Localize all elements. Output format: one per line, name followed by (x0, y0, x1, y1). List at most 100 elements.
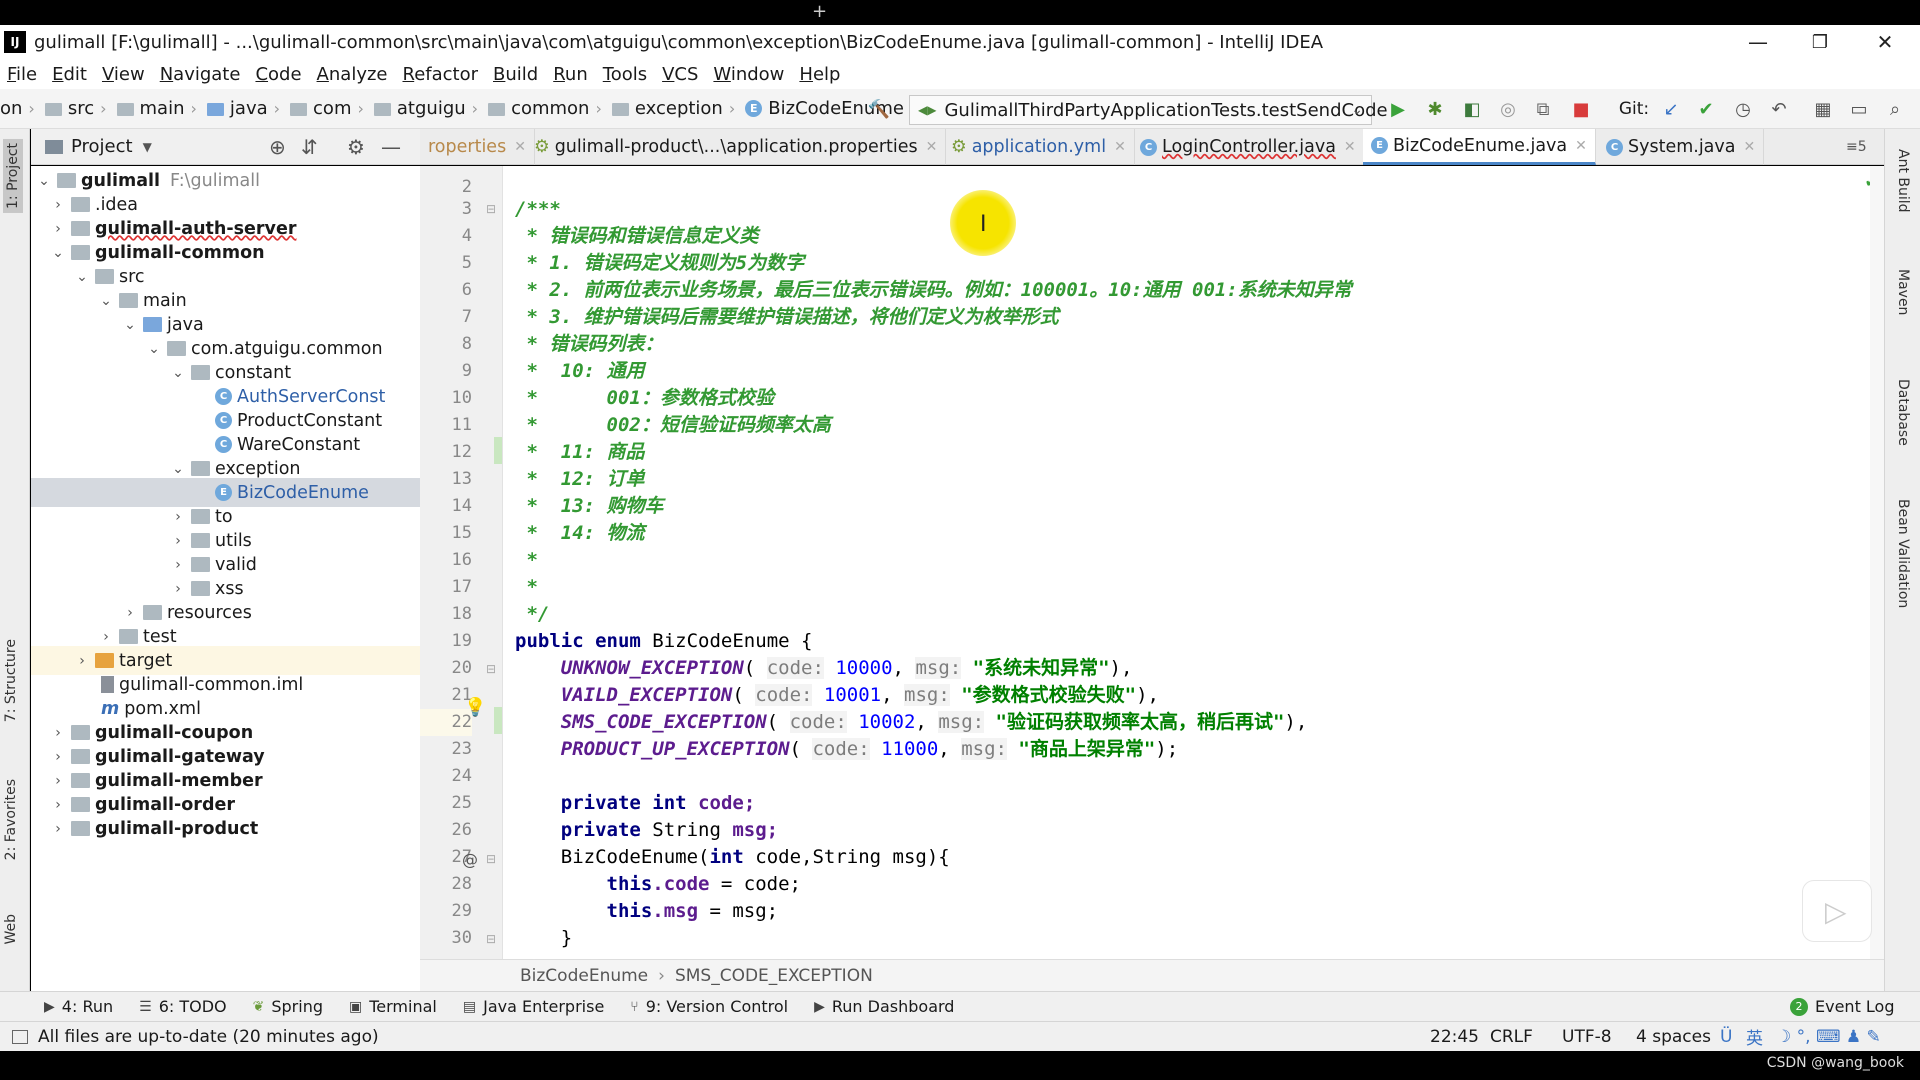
bottom-black-bar: CSDN @wang_book (0, 1051, 1920, 1080)
history-icon[interactable]: ◷ (1732, 98, 1754, 120)
nav-crumb-com[interactable]: com › (290, 98, 368, 119)
tab-bizcodeenume[interactable]: E BizCodeEnume.java ✕ (1363, 129, 1596, 165)
menu-build[interactable]: Build (493, 64, 538, 85)
menu-navigate[interactable]: Navigate (160, 64, 241, 85)
fold-icon[interactable]: ⊟ (486, 662, 496, 676)
tool-tab-project[interactable]: 1: Project (3, 139, 23, 213)
project-view-select[interactable]: Project (71, 136, 133, 157)
caret-position[interactable]: 22:45 (1430, 1027, 1479, 1047)
tool-window-todo[interactable]: ☰ 6: TODO (139, 997, 227, 1016)
event-log-button[interactable]: 2 Event Log (1790, 997, 1895, 1016)
build-hammer-icon[interactable]: 🔨 (868, 98, 890, 120)
coverage-icon[interactable]: ◧ (1461, 98, 1483, 120)
close-button[interactable]: ✕ (1855, 25, 1915, 59)
text-cursor-icon: I (980, 212, 987, 237)
breadcrumb-constant[interactable]: SMS_CODE_EXCEPTION (675, 966, 873, 986)
gear-icon[interactable]: ⚙ (347, 135, 365, 159)
file-encoding[interactable]: UTF-8 (1562, 1027, 1612, 1047)
menu-edit[interactable]: Edit (52, 64, 87, 85)
project-structure-icon[interactable]: ▦ (1812, 98, 1834, 120)
nav-crumb-common[interactable]: common › (488, 98, 606, 119)
fold-icon[interactable]: ⊟ (486, 932, 496, 946)
fold-icon[interactable]: ⊟ (486, 202, 496, 216)
tree-label: resources (167, 602, 252, 623)
breadcrumb-enum[interactable]: BizCodeEnume (520, 966, 648, 986)
tool-window-run-dashboard[interactable]: ▶ Run Dashboard (814, 997, 954, 1016)
chevron-right-icon: › (175, 580, 181, 597)
profile-icon[interactable]: ◎ (1497, 98, 1519, 120)
attach-icon[interactable]: ⧉ (1532, 98, 1554, 120)
close-icon[interactable]: ✕ (514, 139, 526, 155)
tool-tab-ant-build[interactable]: Ant Build (1895, 149, 1911, 213)
line-separator[interactable]: CRLF (1490, 1027, 1533, 1047)
menu-help[interactable]: Help (799, 64, 840, 85)
tool-window-java-enterprise[interactable]: ▤ Java Enterprise (463, 997, 604, 1016)
tree-item-product[interactable]: › gulimall-product (31, 814, 420, 843)
close-icon[interactable]: ✕ (1344, 139, 1356, 155)
menu-refactor[interactable]: Refactor (403, 64, 479, 85)
tool-tab-structure[interactable]: 7: Structure (3, 639, 19, 722)
tab-properties[interactable]: roperties ✕ (420, 129, 535, 165)
editor-scrollbar[interactable] (1870, 166, 1884, 959)
ime-language[interactable]: 英 (1746, 1024, 1763, 1049)
video-play-overlay[interactable]: ▷ (1802, 880, 1872, 942)
close-icon[interactable]: ✕ (926, 139, 938, 155)
restore-button[interactable]: ❐ (1790, 25, 1850, 59)
nav-crumb-main[interactable]: main › (116, 98, 201, 119)
tree-label: constant (215, 362, 292, 383)
tool-tab-web[interactable]: Web (3, 914, 19, 945)
nav-crumb-src[interactable]: src › (44, 98, 111, 119)
tool-window-terminal[interactable]: ▣ Terminal (349, 997, 437, 1016)
close-icon[interactable]: ✕ (1744, 139, 1756, 155)
nav-crumb-java[interactable]: java › (206, 98, 284, 119)
panel-toggle-icon[interactable] (12, 1029, 28, 1044)
close-icon[interactable]: ✕ (1114, 139, 1126, 155)
menu-window[interactable]: Window (713, 64, 784, 85)
tool-window-version-control[interactable]: ⑂ 9: Version Control (630, 997, 788, 1016)
collapse-all-icon[interactable]: ⇵ (301, 135, 318, 159)
minimize-button[interactable]: — (1728, 25, 1788, 59)
menu-tools[interactable]: Tools (603, 64, 647, 85)
run-icon[interactable]: ▶ (1387, 98, 1409, 120)
layout-icon[interactable]: ▭ (1848, 98, 1870, 120)
debug-icon[interactable]: ✱ (1424, 98, 1446, 120)
tool-window-run[interactable]: ▶ 4: Run (44, 997, 113, 1016)
locate-icon[interactable]: ⊕ (269, 135, 286, 159)
code-line-enum-decl: public enum BizCodeEnume { (515, 628, 812, 655)
nav-crumb-label: exception (634, 98, 723, 119)
git-commit-icon[interactable]: ✔ (1695, 98, 1717, 120)
tab-logincontroller[interactable]: C LoginController.java ✕ (1132, 129, 1365, 165)
code-editor[interactable]: /*** * 错误码和错误信息定义类 * 1. 错误码定义规则为5为数字 * 2… (503, 166, 1884, 959)
tab-application-properties[interactable]: ⚙ gulimall-product\...\application.proper… (526, 129, 947, 165)
tab-application-yml[interactable]: ⚙ application.yml ✕ (943, 129, 1135, 165)
git-update-icon[interactable]: ↙ (1660, 98, 1682, 120)
lightbulb-icon[interactable]: 💡 (464, 697, 486, 718)
menu-run[interactable]: Run (553, 64, 588, 85)
rollback-icon[interactable]: ↶ (1768, 98, 1790, 120)
menu-code[interactable]: Code (255, 64, 301, 85)
menu-analyze[interactable]: Analyze (317, 64, 388, 85)
run-configuration-select[interactable]: ◀▶ GulimallThirdPartyApplicationTests.te… (909, 95, 1388, 125)
tool-tab-database[interactable]: Database (1895, 379, 1911, 446)
menu-file[interactable]: File (7, 64, 37, 85)
tool-tab-maven[interactable]: Maven (1895, 269, 1911, 315)
tab-overflow-button[interactable]: ≡5 (1838, 129, 1875, 165)
nav-crumb-exception[interactable]: exception › (611, 98, 739, 119)
tool-tab-bean-validation[interactable]: Bean Validation (1895, 499, 1911, 608)
nav-crumb-partial[interactable]: on › (0, 98, 39, 119)
indent-setting[interactable]: 4 spaces (1636, 1027, 1711, 1047)
tree-label: main (143, 290, 187, 311)
tab-system-java[interactable]: C System.java ✕ (1598, 129, 1765, 165)
tool-window-spring[interactable]: ❦ Spring (253, 997, 323, 1016)
hide-icon[interactable]: — (381, 135, 401, 159)
stop-icon[interactable]: ■ (1570, 98, 1592, 120)
tree-label: gulimall-auth-server (95, 218, 297, 239)
tool-tab-favorites[interactable]: 2: Favorites (3, 779, 19, 860)
menu-vcs[interactable]: VCS (662, 64, 698, 85)
menu-view[interactable]: View (102, 64, 145, 85)
nav-crumb-atguigu[interactable]: atguigu › (373, 98, 482, 119)
close-icon[interactable]: ✕ (1575, 138, 1587, 154)
fold-icon[interactable]: ⊟ (486, 852, 496, 866)
package-icon (191, 533, 210, 548)
search-icon[interactable]: ⌕ (1884, 98, 1906, 120)
